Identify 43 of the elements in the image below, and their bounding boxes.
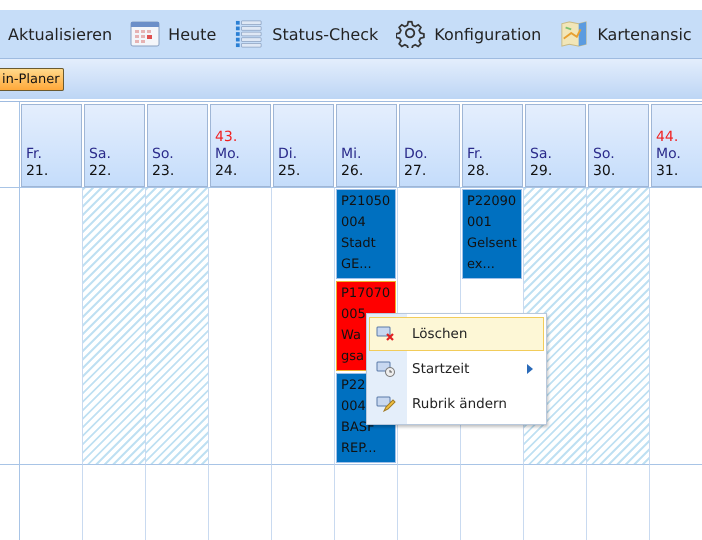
date-label: 21. (26, 163, 50, 180)
menu-item[interactable]: Löschen (369, 317, 544, 351)
date-label: 28. (467, 163, 490, 180)
weekday-label: Mo. (656, 146, 682, 163)
date-label: 26. (341, 163, 364, 180)
date-label: 22. (89, 163, 112, 180)
date-label: 31. (656, 163, 680, 180)
delete-icon (376, 325, 396, 343)
date-label: 24. (215, 163, 238, 180)
week-number: 44. (656, 129, 680, 146)
date-label: 30. (593, 163, 616, 180)
pencil-icon (376, 395, 396, 413)
weekday-label: Fr. (26, 146, 43, 163)
weekday-label: Di. (278, 146, 298, 163)
tab[interactable]: in-Planer (0, 68, 64, 90)
date-label: 23. (152, 163, 176, 180)
weekday-label: Mo. (215, 146, 241, 163)
weekday-label: Do. (404, 146, 429, 163)
menu-item[interactable]: Rubrik ändern (369, 387, 544, 421)
submenu-arrow-icon (527, 364, 533, 374)
calendar-icon (130, 20, 160, 48)
date-label: 27. (404, 163, 428, 180)
clock-icon (376, 360, 396, 378)
date-label: 25. (278, 163, 302, 180)
date-label: 29. (530, 163, 554, 180)
settings-icon (396, 20, 426, 48)
toolbar-button[interactable]: Konfiguration (394, 18, 544, 50)
weekday-label: So. (152, 146, 175, 163)
toolbar-button[interactable]: Kartenansic (557, 18, 694, 50)
menu-item[interactable]: Startzeit (369, 352, 544, 386)
toolbar-button[interactable]: Heute (128, 18, 218, 50)
weekday-label: So. (593, 146, 616, 163)
weekday-label: Fr. (467, 146, 484, 163)
weekday-label: Sa. (530, 146, 553, 163)
appointment-card[interactable]: P22090 001 Gelsent ex... (462, 189, 522, 279)
toolbar-button[interactable]: Aktualisieren (6, 22, 114, 46)
map-icon (559, 20, 590, 48)
weekday-label: Mi. (341, 146, 362, 163)
weekday-label: Sa. (89, 146, 112, 163)
appointment-card[interactable]: P21050 004 Stadt GE... (336, 189, 396, 279)
list-icon (234, 20, 264, 48)
week-number: 43. (215, 129, 238, 146)
toolbar-button[interactable]: Status-Check (232, 18, 380, 50)
